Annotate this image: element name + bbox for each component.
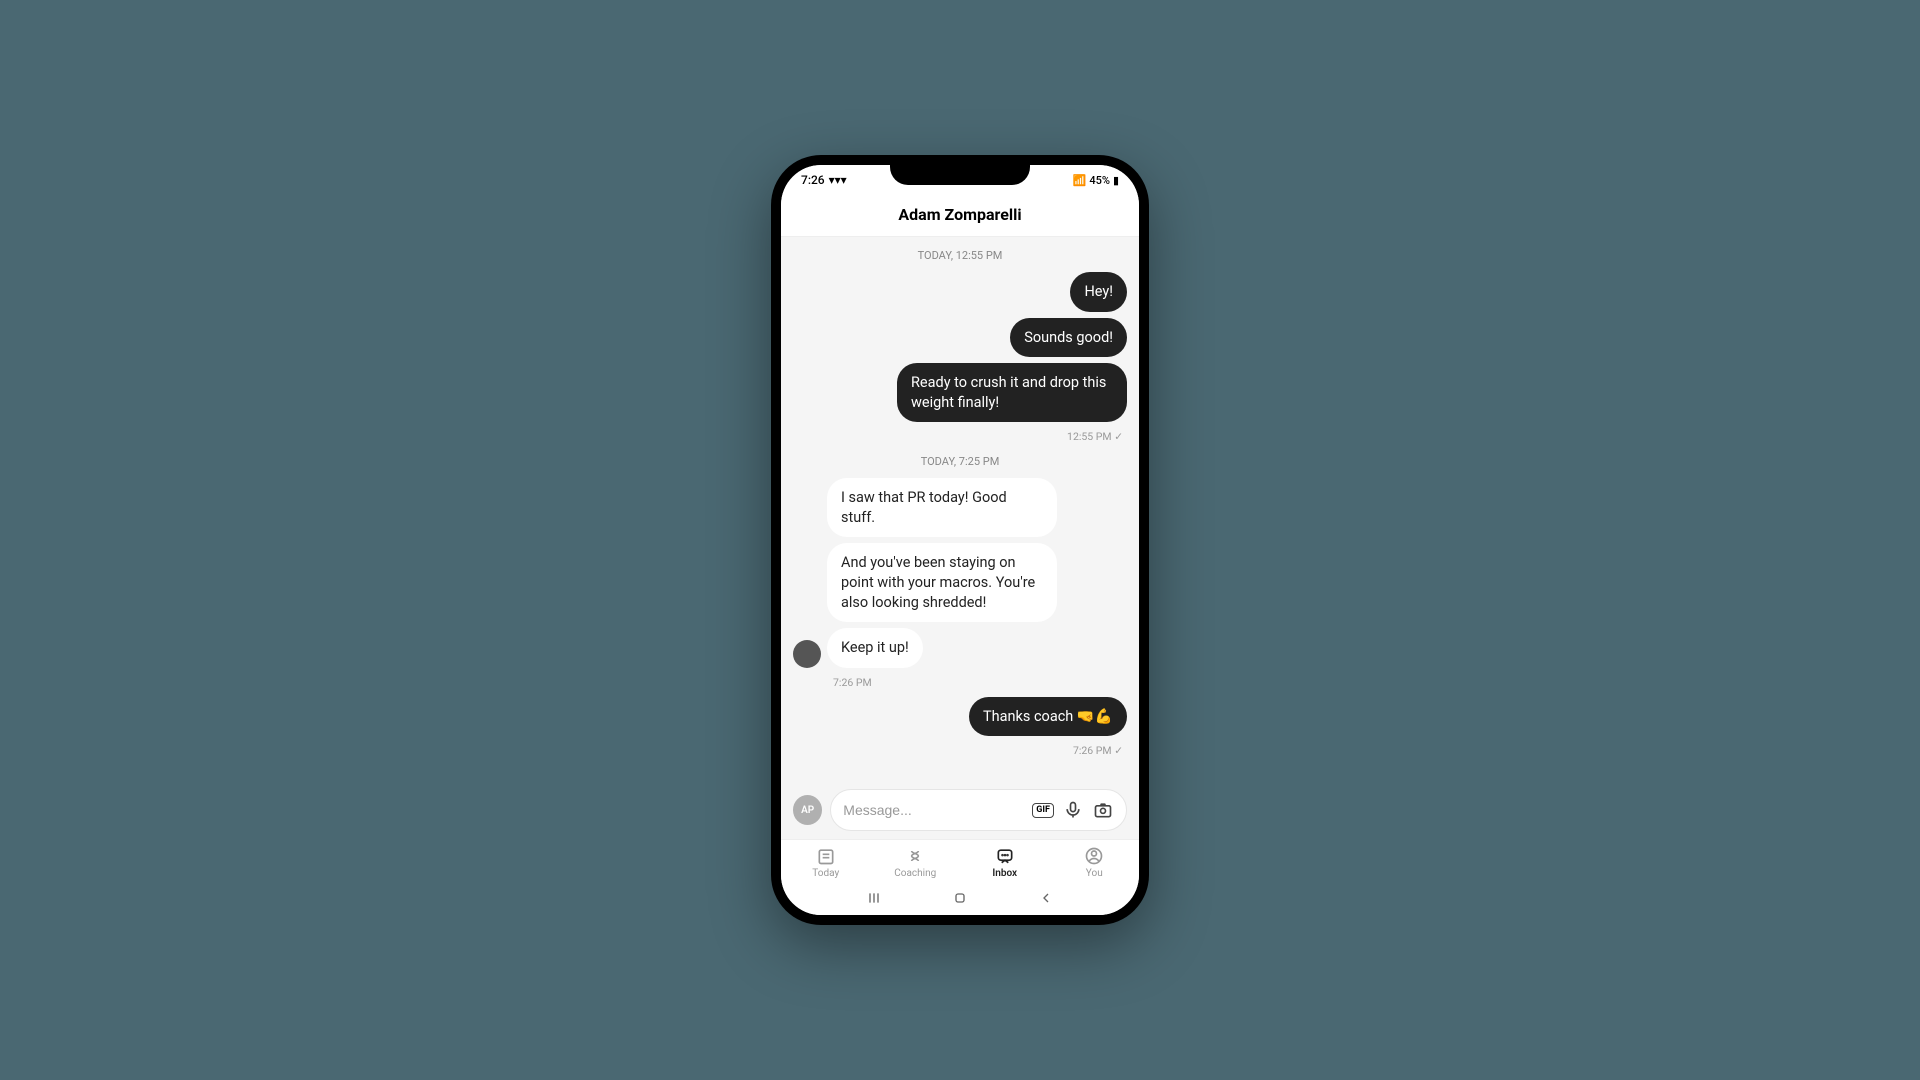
message-row-out: Hey! <box>793 272 1127 312</box>
coaching-icon <box>905 846 925 866</box>
chat-title: Adam Zomparelli <box>898 205 1021 224</box>
nav-label: Coaching <box>894 868 936 879</box>
calendar-icon <box>816 846 836 866</box>
message-input-wrap[interactable]: GIF <box>830 789 1127 831</box>
message-bubble[interactable]: Thanks coach 🤜💪 <box>969 697 1127 737</box>
nav-today[interactable]: Today <box>781 846 871 879</box>
nav-label: Today <box>812 868 839 879</box>
nav-label: Inbox <box>992 868 1017 879</box>
chat-header[interactable]: Adam Zomparelli <box>781 195 1139 237</box>
signal-icon: 📶 <box>1073 174 1087 187</box>
composer: AP GIF <box>781 781 1139 839</box>
status-right: 📶 45% ▮ <box>1073 174 1119 187</box>
mic-icon[interactable] <box>1062 799 1084 821</box>
message-bubble[interactable]: Sounds good! <box>1010 318 1127 358</box>
status-indicator-icon: ▾▾▾ <box>829 173 847 187</box>
nav-inbox[interactable]: Inbox <box>960 846 1050 879</box>
message-row-in: Keep it up! <box>793 628 1127 668</box>
camera-icon[interactable] <box>1092 799 1114 821</box>
sender-avatar[interactable] <box>793 640 821 668</box>
recent-apps-button[interactable] <box>864 888 884 908</box>
battery-text: 45% <box>1089 174 1110 187</box>
message-bubble[interactable]: Hey! <box>1070 272 1127 312</box>
nav-you[interactable]: You <box>1050 846 1140 879</box>
date-divider: TODAY, 7:25 PM <box>793 455 1127 468</box>
bottom-nav: Today Coaching Inbox You <box>781 839 1139 881</box>
message-bubble[interactable]: I saw that PR today! Good stuff. <box>827 478 1057 537</box>
nav-label: You <box>1086 868 1103 879</box>
message-bubble[interactable]: Keep it up! <box>827 628 923 668</box>
message-row-out: Ready to crush it and drop this weight f… <box>793 363 1127 422</box>
message-timestamp: 7:26 PM <box>833 676 1123 689</box>
profile-icon <box>1084 846 1104 866</box>
user-avatar[interactable]: AP <box>793 795 822 825</box>
message-bubble[interactable]: Ready to crush it and drop this weight f… <box>897 363 1127 422</box>
phone-notch <box>890 155 1030 185</box>
home-button[interactable] <box>950 888 970 908</box>
message-row-out: Thanks coach 🤜💪 <box>793 697 1127 737</box>
status-left: 7:26 ▾▾▾ <box>801 173 847 187</box>
nav-coaching[interactable]: Coaching <box>871 846 961 879</box>
message-row-out: Sounds good! <box>793 318 1127 358</box>
chat-body[interactable]: TODAY, 12:55 PM Hey! Sounds good! Ready … <box>781 237 1139 781</box>
android-nav-bar <box>781 881 1139 915</box>
date-divider: TODAY, 12:55 PM <box>793 249 1127 262</box>
back-button[interactable] <box>1036 888 1056 908</box>
battery-icon: ▮ <box>1113 174 1119 187</box>
gif-button[interactable]: GIF <box>1032 803 1054 818</box>
message-timestamp: 12:55 PM ✓ <box>797 430 1123 443</box>
message-row-in: And you've been staying on point with yo… <box>793 543 1127 622</box>
inbox-icon <box>995 846 1015 866</box>
phone-screen: 7:26 ▾▾▾ 📶 45% ▮ Adam Zomparelli TODAY, … <box>781 165 1139 915</box>
message-input[interactable] <box>843 802 1024 818</box>
message-row-in: I saw that PR today! Good stuff. <box>793 478 1127 537</box>
phone-frame: 7:26 ▾▾▾ 📶 45% ▮ Adam Zomparelli TODAY, … <box>771 155 1149 925</box>
message-timestamp: 7:26 PM ✓ <box>797 744 1123 757</box>
message-bubble[interactable]: And you've been staying on point with yo… <box>827 543 1057 622</box>
status-time: 7:26 <box>801 173 825 187</box>
